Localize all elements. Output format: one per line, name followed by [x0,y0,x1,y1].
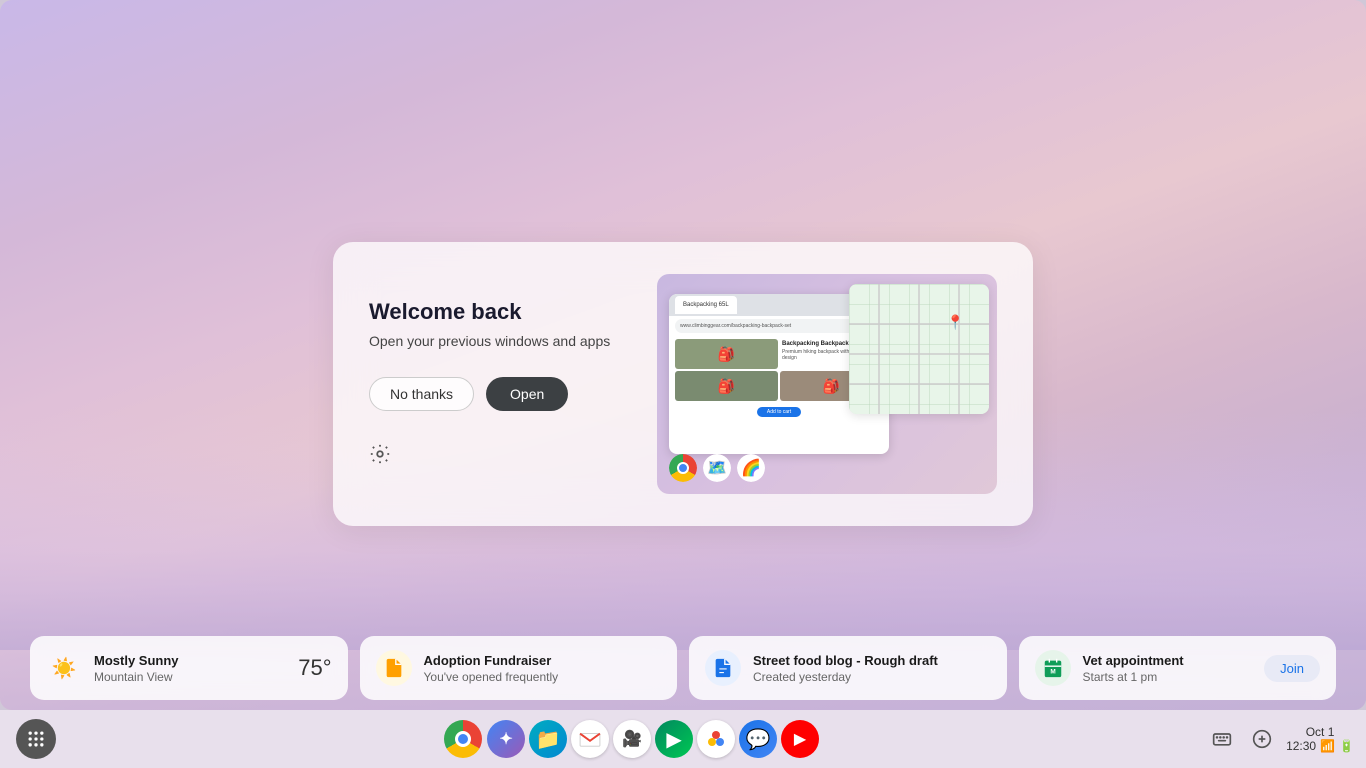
gmail-svg [579,730,601,748]
weather-card[interactable]: ☀️ Mostly Sunny Mountain View 75° [30,636,348,700]
tray-date: Oct 1 [1306,725,1335,739]
dock-messages-icon[interactable]: 💬 [739,720,777,758]
dock: ✦ 📁 🎥 ▶ 💬 ▶ [56,719,1206,759]
appointment-text: Vet appointment Starts at 1 pm [1083,653,1253,684]
dock-gmail-icon[interactable] [571,720,609,758]
launcher-button[interactable] [16,719,56,759]
weather-subtitle: Mountain View [94,670,286,684]
product-item-2: 🎒 [675,371,778,401]
no-thanks-button[interactable]: No thanks [369,377,474,411]
appointment-icon: M [1035,650,1071,686]
blog-icon [705,650,741,686]
tray-add-icon[interactable] [1246,723,1278,755]
plus-circle-icon [1252,729,1272,749]
weather-temperature: 75° [298,655,331,681]
preview-section: Backpacking 65L www.climbinggear.com/bac… [657,274,997,494]
tray-time: 12:30 [1286,739,1316,753]
map-preview: 📍 [849,284,989,414]
fundraiser-title: Adoption Fundraiser [424,653,662,668]
map-grid: 📍 [849,284,989,414]
appointment-title: Vet appointment [1083,653,1253,668]
appointment-subtitle: Starts at 1 pm [1083,670,1253,684]
welcome-subtitle: Open your previous windows and apps [369,333,617,349]
photos-svg: 🌈 [737,454,765,482]
browser-tab: Backpacking 65L [675,296,737,314]
launcher-icon [26,729,46,749]
dock-photos-icon[interactable] [697,720,735,758]
open-button[interactable]: Open [486,377,568,411]
bottom-cards: ☀️ Mostly Sunny Mountain View 75° Adopti… [30,636,1336,700]
settings-button[interactable] [369,443,617,470]
preview-maps-icon: 🗺️ [703,454,731,482]
blog-card[interactable]: Street food blog - Rough draft Created y… [689,636,1007,700]
gear-icon [369,443,391,465]
preview-photos-icon: 🌈 [737,454,765,482]
tray-clock[interactable]: Oct 1 12:30 📶 🔋 [1286,725,1354,753]
dock-chrome-icon[interactable] [443,719,483,759]
dock-files-icon[interactable]: 📁 [529,720,567,758]
tray-keyboard-icon[interactable] [1206,723,1238,755]
calendar-icon: M [1042,657,1064,679]
weather-text: Mostly Sunny Mountain View [94,653,286,684]
buy-button: Add to cart [757,407,801,417]
product-item-1: 🎒 [675,339,778,369]
weather-title: Mostly Sunny [94,653,286,668]
maps-svg: 🗺️ [703,454,731,482]
keyboard-icon [1212,729,1232,749]
map-roads-svg [849,284,989,414]
photos-svg [704,727,728,751]
svg-text:M: M [1050,669,1055,676]
document-icon [383,657,405,679]
blog-subtitle: Created yesterday [753,670,991,684]
taskbar-left [16,719,56,759]
appointment-card[interactable]: M Vet appointment Starts at 1 pm Join [1019,636,1337,700]
battery-icon: 🔋 [1339,739,1354,753]
fundraiser-subtitle: You've opened frequently [424,670,662,684]
preview-app-icons: 🗺️ 🌈 [669,454,765,482]
dock-gemini-icon[interactable]: ✦ [487,720,525,758]
weather-icon: ☀️ [46,650,82,686]
dock-play-icon[interactable]: ▶ [655,720,693,758]
fundraiser-icon [376,650,412,686]
welcome-text: Welcome back Open your previous windows … [369,299,617,470]
join-button[interactable]: Join [1264,655,1320,682]
svg-text:🌈: 🌈 [741,458,761,477]
taskbar: ✦ 📁 🎥 ▶ 💬 ▶ [0,710,1366,768]
fundraiser-text: Adoption Fundraiser You've opened freque… [424,653,662,684]
fundraiser-card[interactable]: Adoption Fundraiser You've opened freque… [360,636,678,700]
blog-text: Street food blog - Rough draft Created y… [753,653,991,684]
preview-chrome-icon [669,454,697,482]
wifi-icon: 📶 [1320,739,1335,753]
welcome-card: Welcome back Open your previous windows … [333,242,1033,526]
welcome-title: Welcome back [369,299,617,325]
map-pin: 📍 [947,314,964,331]
url-text: www.climbinggear.com/backpacking-backpac… [680,323,791,329]
dock-meet-icon[interactable]: 🎥 [613,720,651,758]
doc-icon [712,657,734,679]
blog-title: Street food blog - Rough draft [753,653,991,668]
system-tray: Oct 1 12:30 📶 🔋 [1206,723,1354,755]
welcome-buttons: No thanks Open [369,377,617,411]
svg-text:🗺️: 🗺️ [707,460,727,477]
dock-youtube-icon[interactable]: ▶ [781,720,819,758]
